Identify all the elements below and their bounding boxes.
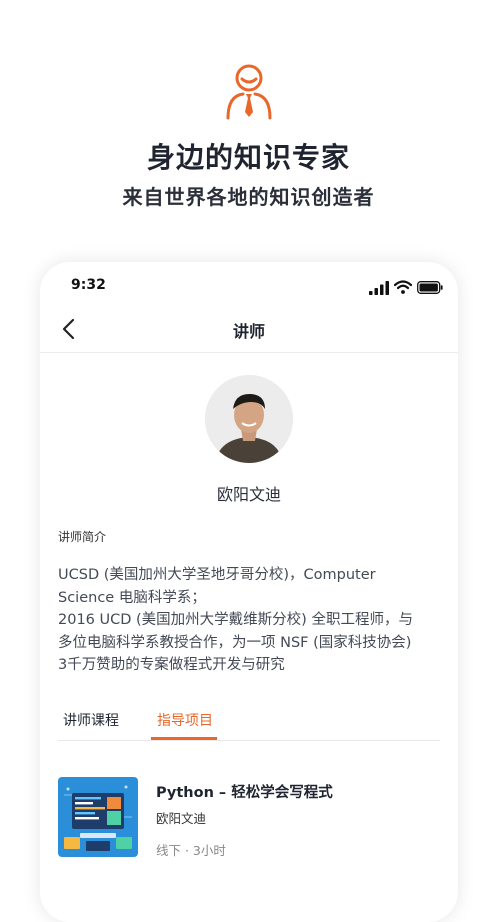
battery-icon: [417, 281, 443, 294]
person-with-tie-icon: [224, 62, 274, 122]
wifi-icon: [394, 280, 412, 294]
intro-label: 讲师简介: [58, 530, 107, 544]
active-tab-indicator: [151, 737, 217, 740]
hero-title: 身边的知识专家: [146, 141, 350, 174]
tab-guided-projects[interactable]: 指导项目: [157, 710, 213, 730]
teacher-name: 欧阳文迪: [216, 485, 281, 504]
status-time: 9:32: [71, 277, 106, 293]
tab-teacher-courses[interactable]: 讲师课程: [63, 710, 119, 730]
status-bar: 9:32: [40, 262, 458, 308]
bio-line: 3千万赞助的专案做程式开发与研究: [58, 657, 285, 673]
bio-line: 2016 UCD (美国加州大学戴维斯分校) 全职工程师，与: [58, 612, 413, 628]
hero-subtitle: 来自世界各地的知识创造者: [122, 185, 375, 209]
bio-line: Science 电脑科学系；: [58, 589, 206, 606]
course-thumbnail: [58, 777, 138, 857]
course-meta: 线下 · 3小时: [156, 843, 226, 858]
teacher-bio: UCSD (美国加州大学圣地牙哥分校)，Computer Science 电脑科…: [58, 564, 450, 677]
phone-mockup: 9:32 讲师 欧阳文迪 讲师简介 UCSD (美国加州大学圣地牙哥分校)，Co…: [40, 262, 458, 922]
course-card[interactable]: Python – 轻松学会写程式 欧阳文迪 线下 · 3小时: [58, 777, 440, 859]
bio-line: 多位电脑科学系教授合作，为一项 NSF (国家科技协会): [58, 634, 412, 651]
signal-icon: [369, 281, 389, 295]
avatar: [205, 375, 293, 463]
nav-bar: 讲师: [40, 308, 458, 353]
bio-line: UCSD (美国加州大学圣地牙哥分校)，Computer: [58, 567, 376, 583]
page-title: 讲师: [232, 322, 265, 341]
tab-bar: 讲师课程 指导项目: [58, 702, 440, 741]
course-teacher: 欧阳文迪: [156, 811, 207, 826]
course-title: Python – 轻松学会写程式: [156, 785, 333, 801]
